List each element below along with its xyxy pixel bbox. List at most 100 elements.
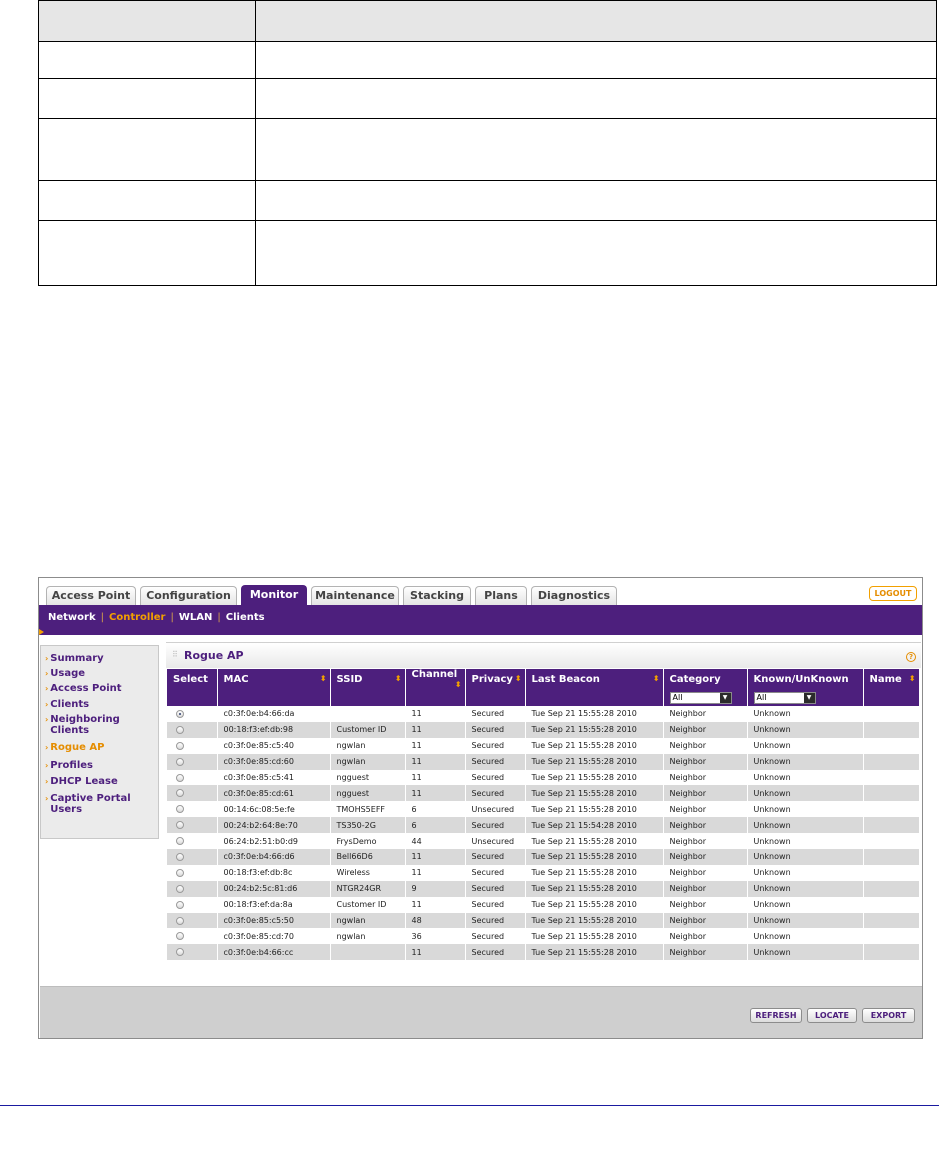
table-row[interactable]: 06:24:b2:51:b0:d9 FrysDemo 44 Unsecured Tue … <box>167 833 920 850</box>
cell-ssid: ngguest <box>330 769 406 786</box>
row-select-radio[interactable] <box>176 757 184 766</box>
cell-privacy: Secured <box>465 896 526 913</box>
sort-icon[interactable]: ⬍ <box>909 674 916 683</box>
table-row[interactable]: 00:14:6c:08:5e:fe TMOHS5EFF 6 Unsecured Tue … <box>167 801 920 818</box>
cell-ssid: FrysDemo <box>330 833 406 850</box>
select-cell <box>167 944 218 961</box>
arrow-icon: › <box>45 777 49 786</box>
cell-known: Unknown <box>747 912 864 929</box>
row-select-radio[interactable] <box>176 709 184 718</box>
row-select-radio[interactable] <box>176 821 184 830</box>
tab-monitor[interactable]: Monitor <box>241 585 307 605</box>
known-filter-select[interactable]: All ▼ <box>753 691 816 704</box>
select-cell <box>167 833 218 850</box>
export-button[interactable]: EXPORT <box>862 1008 915 1023</box>
table-row[interactable]: c0:3f:0e:b4:66:da 11 Secured Tue Sep 21 15:… <box>167 706 920 722</box>
row-select-radio[interactable] <box>176 805 184 814</box>
row-select-radio[interactable] <box>176 773 184 782</box>
table-row[interactable]: c0:3f:0e:85:c5:41 ngguest 11 Secured Tue Sep… <box>167 769 920 786</box>
sidebar-item-captive-portal-users[interactable]: › Captive Portal Users <box>45 793 134 815</box>
tab-stacking[interactable]: Stacking <box>403 586 471 605</box>
subnav-clients[interactable]: Clients <box>226 612 265 623</box>
cell-channel: 11 <box>405 753 466 770</box>
column-header-mac[interactable]: MAC ⬍ <box>217 669 331 689</box>
select-cell <box>167 912 218 929</box>
cell-last-beacon: Tue Sep 21 15:55:28 2010 <box>525 880 664 897</box>
table-row[interactable]: c0:3f:0e:85:cd:60 ngwlan 11 Secured Tue Sep … <box>167 753 920 770</box>
sort-icon[interactable]: ⬍ <box>395 674 402 683</box>
cell-category: Neighbor <box>663 864 748 881</box>
cell-known: Unknown <box>747 849 864 865</box>
subnav-controller[interactable]: Controller <box>109 612 165 623</box>
sidebar-item-clients[interactable]: › Clients <box>45 699 148 710</box>
row-select-radio[interactable] <box>176 837 184 846</box>
row-select-radio[interactable] <box>176 789 184 798</box>
row-select-radio[interactable] <box>176 868 184 877</box>
subnav-network[interactable]: Network <box>48 612 96 623</box>
row-select-radio[interactable] <box>176 916 184 925</box>
sort-icon[interactable]: ⬍ <box>515 674 522 683</box>
cell-known: Unknown <box>747 864 864 881</box>
table-row[interactable]: c0:3f:0e:85:cd:70 ngwlan 36 Secured Tue Sep … <box>167 928 920 945</box>
table-row[interactable]: c0:3f:0e:85:c5:40 ngwlan 11 Secured Tue Sep … <box>167 737 920 754</box>
arrow-icon: › <box>45 715 49 724</box>
rogue-ap-screenshot: Access Point Configuration Monitor Maint… <box>38 577 923 1039</box>
cell-last-beacon: Tue Sep 21 15:55:28 2010 <box>525 864 664 881</box>
cell-mac: 00:18:f3:ef:da:8a <box>217 896 331 913</box>
sidebar-item-profiles[interactable]: › Profiles <box>45 760 148 771</box>
table-row[interactable]: c0:3f:0e:b4:66:cc 11 Secured Tue Sep 21 15:… <box>167 944 920 961</box>
sort-icon[interactable]: ⬍ <box>320 674 327 683</box>
sidebar-item-dhcp-lease[interactable]: › DHCP Lease <box>45 776 148 787</box>
cell-channel: 11 <box>405 737 466 754</box>
cell-category: Neighbor <box>663 721 748 738</box>
column-header-channel[interactable]: Channel ⬍ <box>405 669 466 689</box>
row-select-radio[interactable] <box>176 900 184 909</box>
column-header-ssid[interactable]: SSID ⬍ <box>330 669 406 689</box>
refresh-button[interactable]: REFRESH <box>750 1008 802 1023</box>
row-select-radio[interactable] <box>176 948 184 957</box>
sidebar-item-access-point[interactable]: › Access Point <box>45 683 148 694</box>
panel-header: ⠿ Rogue AP ? <box>166 642 921 668</box>
sidebar-item-neighboring-clients[interactable]: › Neighboring Clients <box>45 714 130 736</box>
cell-privacy: Secured <box>465 912 526 929</box>
sidebar-item-usage[interactable]: › Usage <box>45 668 148 679</box>
sidebar-item-rogue-ap[interactable]: › Rogue AP <box>45 742 148 753</box>
tab-configuration[interactable]: Configuration <box>140 586 237 605</box>
tab-maintenance[interactable]: Maintenance <box>311 586 399 605</box>
category-filter-select[interactable]: All ▼ <box>669 691 732 704</box>
row-select-radio[interactable] <box>176 852 184 861</box>
column-header-select: Select <box>167 669 218 689</box>
table-row[interactable]: 00:24:b2:64:8e:70 TS350-2G 6 Secured Tue Sep… <box>167 817 920 834</box>
column-header-name[interactable]: Name ⬍ <box>863 669 920 689</box>
cell-known: Unknown <box>747 928 864 945</box>
tab-access-point[interactable]: Access Point <box>46 586 136 605</box>
table-row[interactable]: c0:3f:0e:85:cd:61 ngguest 11 Secured Tue Sep… <box>167 785 920 802</box>
table-row[interactable]: c0:3f:0e:b4:66:d6 Bell66D6 11 Secured Tue Se… <box>167 849 920 865</box>
select-cell <box>167 721 218 738</box>
row-select-radio[interactable] <box>176 725 184 734</box>
column-header-privacy[interactable]: Privacy ⬍ <box>465 669 526 689</box>
document-table-cell <box>255 118 937 181</box>
sort-icon[interactable]: ⬍ <box>455 680 462 689</box>
column-header-last-beacon[interactable]: Last Beacon ⬍ <box>525 669 664 689</box>
cell-privacy: Secured <box>465 769 526 786</box>
sidebar-item-summary[interactable]: › Summary <box>45 653 148 664</box>
subnav-wlan[interactable]: WLAN <box>179 612 213 623</box>
row-select-radio[interactable] <box>176 884 184 893</box>
cell-last-beacon: Tue Sep 21 15:55:28 2010 <box>525 833 664 850</box>
table-row[interactable]: c0:3f:0e:85:c5:50 ngwlan 48 Secured Tue Sep … <box>167 912 920 929</box>
cell-known: Unknown <box>747 817 864 834</box>
table-row[interactable]: 00:18:f3:ef:da:8a Customer ID 11 Secured Tue… <box>167 896 920 913</box>
row-select-radio[interactable] <box>176 932 184 941</box>
cell-mac: c0:3f:0e:85:cd:60 <box>217 753 331 770</box>
row-select-radio[interactable] <box>176 741 184 750</box>
table-row[interactable]: 00:24:b2:5c:81:d6 NTGR24GR 9 Secured Tue Sep… <box>167 880 920 897</box>
help-icon[interactable]: ? <box>906 652 916 662</box>
table-row[interactable]: 00:18:f3:ef:db:8c Wireless 11 Secured Tue Se… <box>167 864 920 881</box>
tab-diagnostics[interactable]: Diagnostics <box>531 586 617 605</box>
table-row[interactable]: 00:18:f3:ef:db:98 Customer ID 11 Secured Tue… <box>167 721 920 738</box>
logout-button[interactable]: LOGOUT <box>869 586 917 601</box>
sort-icon[interactable]: ⬍ <box>653 674 660 683</box>
tab-plans[interactable]: Plans <box>475 586 527 605</box>
locate-button[interactable]: LOCATE <box>807 1008 857 1023</box>
